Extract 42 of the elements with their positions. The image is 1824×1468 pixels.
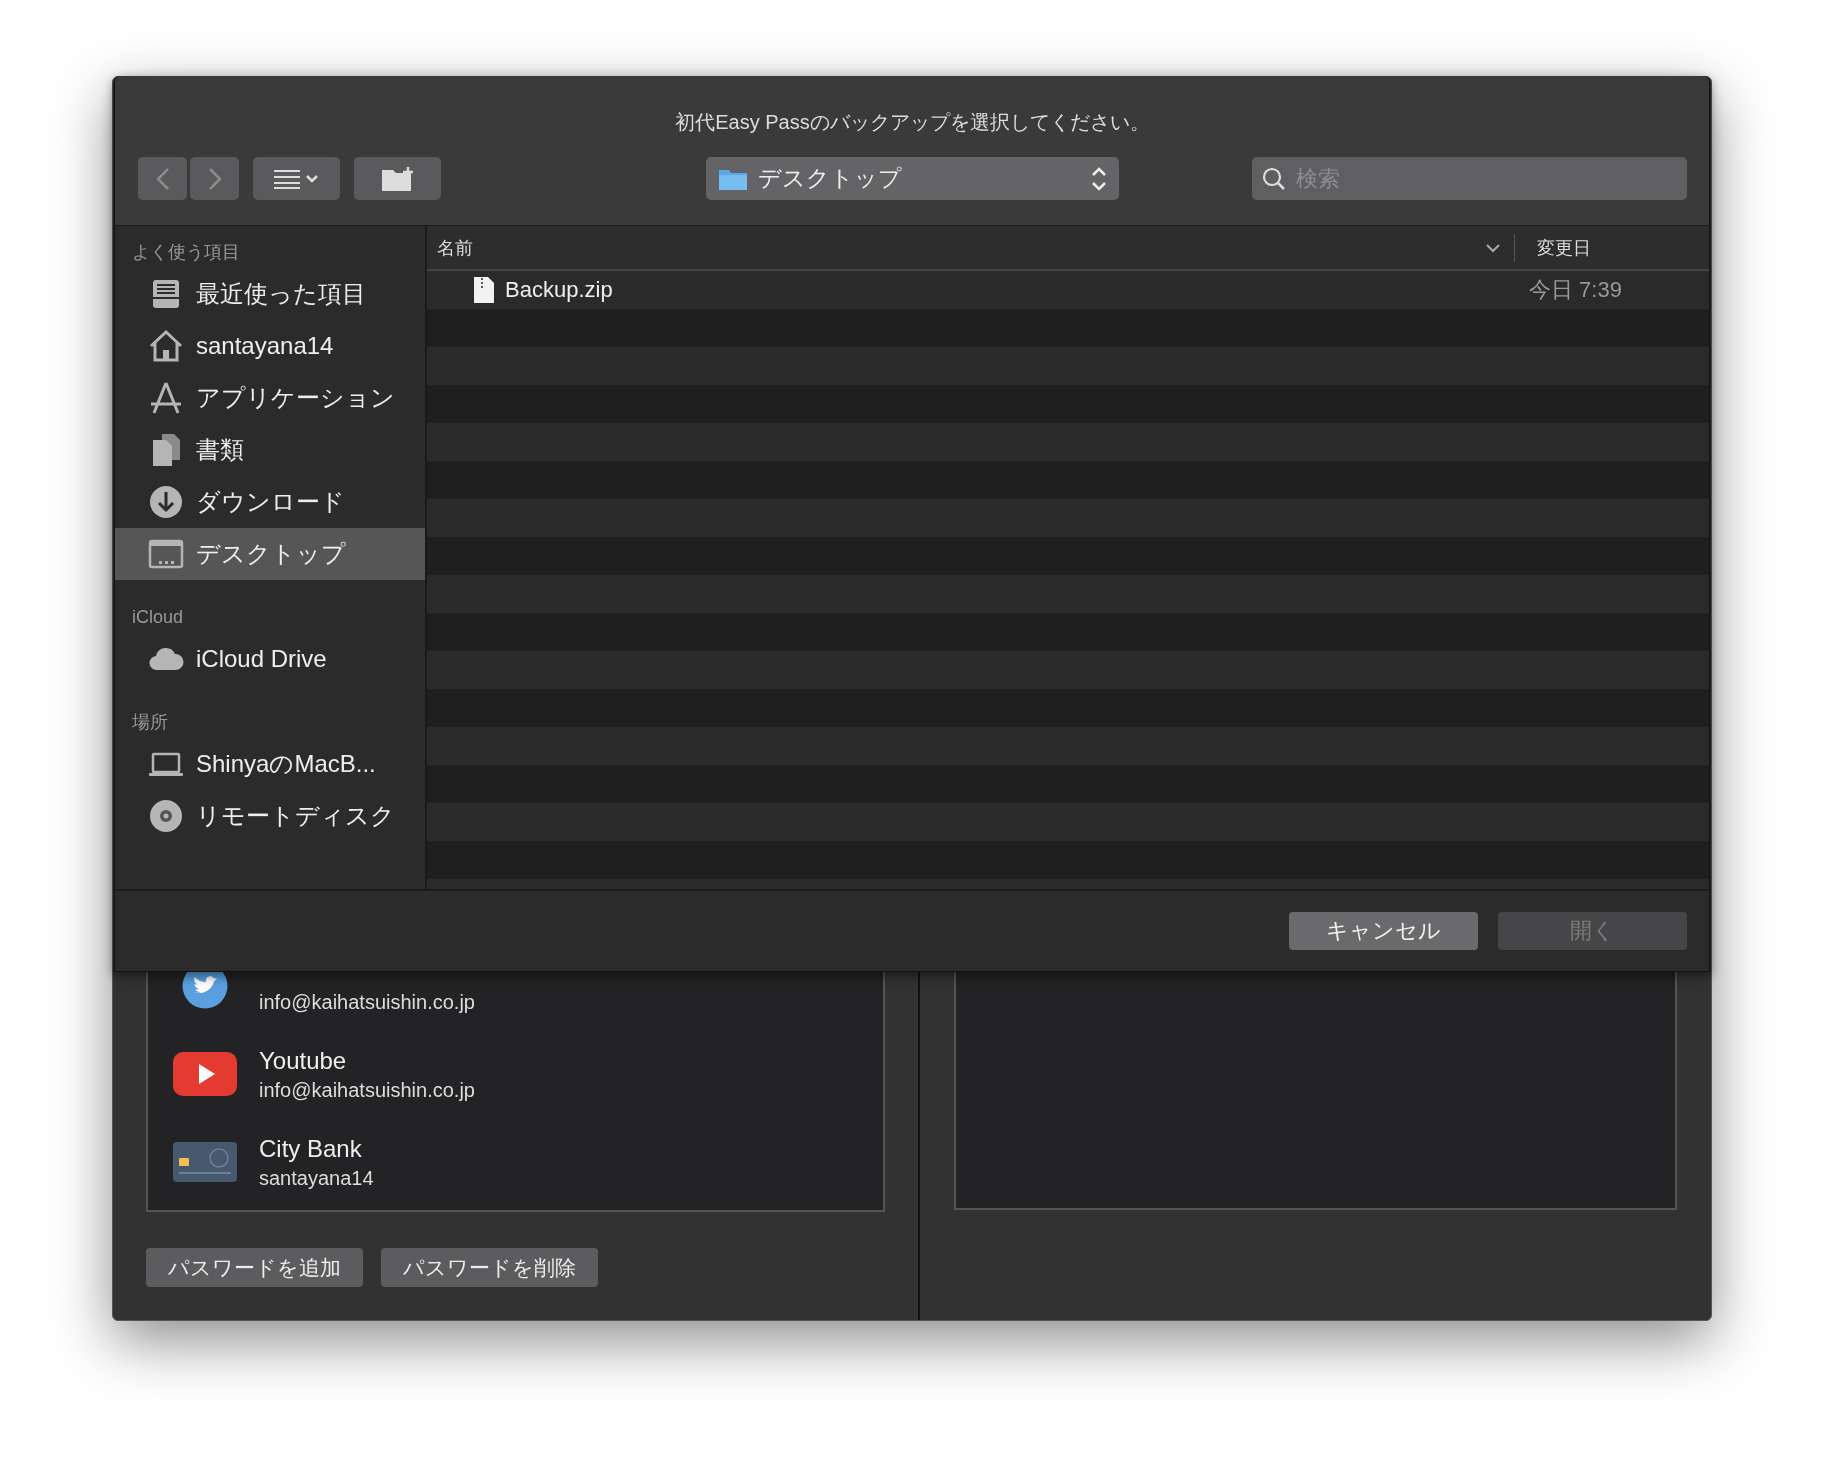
sidebar-item[interactable]: ダウンロード [115, 476, 425, 528]
sidebar-heading: 場所 [131, 711, 169, 734]
app-store-icon [148, 380, 184, 416]
account-username: info@kaihatsuishin.co.jp [259, 1078, 475, 1102]
sidebar-item[interactable]: 書類 [115, 424, 425, 476]
location-popup[interactable]: デスクトップ [706, 157, 1119, 200]
sidebar-item[interactable]: ShinyaのMacB... [115, 738, 425, 790]
disc-icon [148, 798, 184, 834]
password-button[interactable]: パスワードを追加 [146, 1248, 363, 1287]
zip-file-icon [473, 276, 495, 304]
sidebar-heading: iCloud [131, 606, 185, 629]
sidebar-item[interactable]: 最近使った項目 [115, 268, 425, 320]
chevron-right-icon [207, 166, 222, 191]
column-label: 名前 [437, 236, 473, 260]
chevron-down-icon [1486, 242, 1500, 253]
account-name: Youtube [259, 1046, 348, 1075]
chevron-left-icon [155, 166, 170, 191]
column-header[interactable]: 名前 [427, 233, 1515, 262]
sidebar-item[interactable]: santayana14 [115, 320, 425, 372]
up-down-chevron-icon [1091, 165, 1107, 192]
account-username: info@kaihatsuishin.co.jp [259, 990, 475, 1014]
dialog-title: 初代Easy Passのバックアップを選択してください。 [674, 110, 1151, 135]
download-icon [148, 484, 184, 520]
sidebar-item[interactable]: デスクトップ [115, 528, 425, 580]
search-icon [1262, 167, 1286, 191]
home-icon [148, 328, 184, 364]
file-row[interactable]: Backup.zip 今日 7:39 [427, 271, 1709, 309]
account-name: City Bank [259, 1134, 363, 1163]
column-header[interactable]: 変更日 [1515, 235, 1709, 260]
sidebar-heading: よく使う項目 [131, 241, 241, 264]
play-icon [173, 1050, 237, 1098]
new-folder-button[interactable] [354, 157, 441, 200]
sidebar-item[interactable]: iCloud Drive [115, 633, 425, 685]
view-mode-button[interactable] [253, 157, 340, 200]
dialog-button[interactable]: キャンセル [1289, 912, 1478, 950]
file-date: 今日 7:39 [1528, 276, 1623, 304]
sidebar-item[interactable]: リモートディスク [115, 790, 425, 842]
new-folder-icon [380, 165, 415, 192]
password-button[interactable]: パスワードを削除 [381, 1248, 598, 1287]
file-name: Backup.zip [505, 277, 613, 303]
account-username: santayana14 [259, 1166, 374, 1190]
sidebar-item[interactable]: アプリケーション [115, 372, 425, 424]
